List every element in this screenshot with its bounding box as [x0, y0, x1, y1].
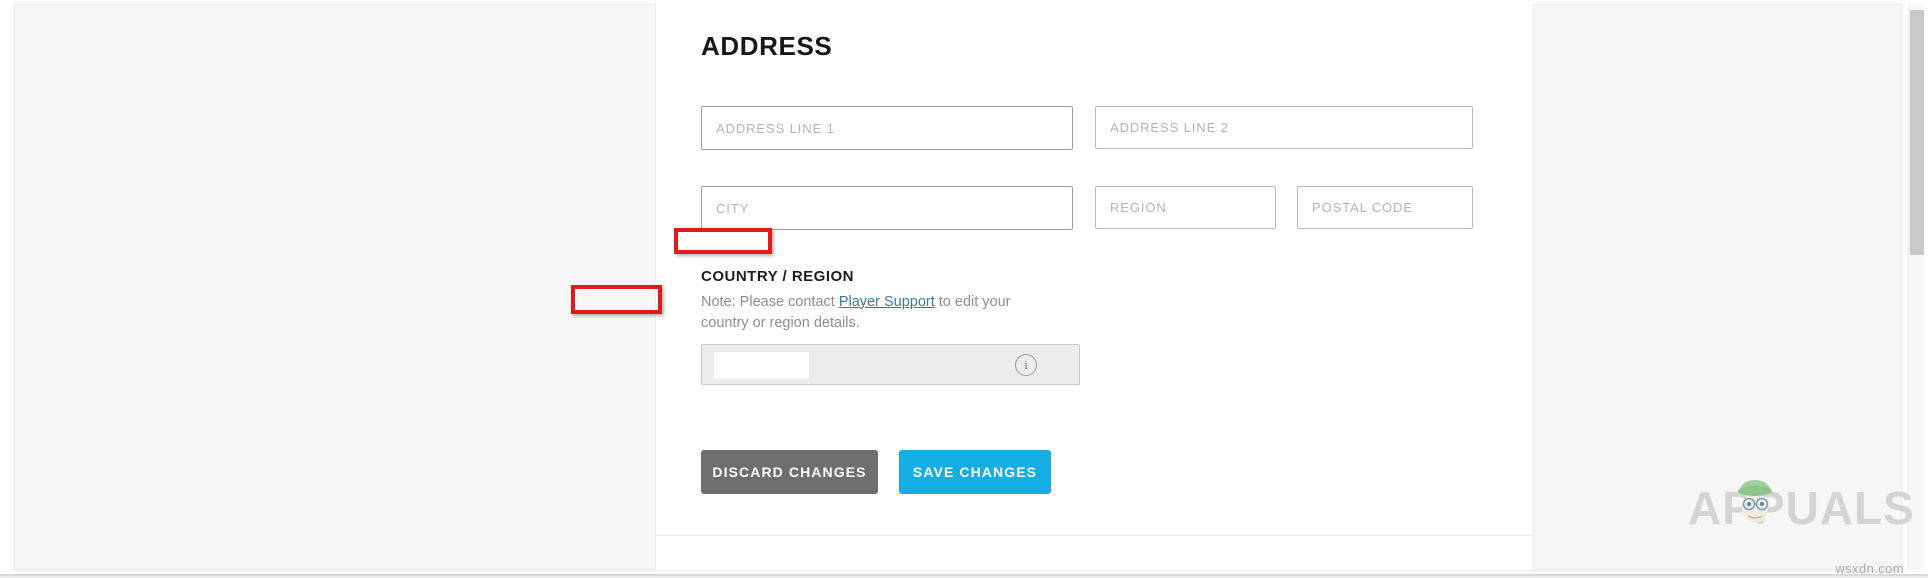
- card-bottom-divider: [656, 535, 1535, 536]
- screenshot-root: ADDRESS ADDRESS LINE 1 ADDRESS LINE 2 CI…: [0, 0, 1928, 578]
- note-prefix-text: Note: Please contact: [701, 294, 839, 310]
- country-region-label: COUNTRY / REGION: [701, 268, 855, 285]
- vertical-scrollbar[interactable]: [1908, 4, 1924, 570]
- city-input[interactable]: CITY: [701, 186, 1073, 230]
- country-region-value: [714, 352, 809, 379]
- country-region-select: i: [701, 344, 1080, 385]
- scrollbar-thumb[interactable]: [1910, 10, 1924, 255]
- address-line-2-placeholder: ADDRESS LINE 2: [1110, 120, 1229, 135]
- country-region-note: Note: Please contact Player Support to e…: [701, 292, 1031, 334]
- region-input[interactable]: REGION: [1095, 186, 1276, 229]
- info-icon[interactable]: i: [1015, 353, 1037, 376]
- save-changes-button[interactable]: SAVE CHANGES: [899, 450, 1051, 494]
- postal-code-placeholder: POSTAL CODE: [1312, 200, 1413, 215]
- address-line-2-input[interactable]: ADDRESS LINE 2: [1095, 106, 1473, 149]
- bottom-edge-shadow: [0, 574, 1928, 578]
- player-support-link[interactable]: Player Support: [839, 294, 935, 310]
- address-settings-card: ADDRESS ADDRESS LINE 1 ADDRESS LINE 2 CI…: [655, 4, 1535, 570]
- region-placeholder: REGION: [1110, 200, 1167, 215]
- postal-code-input[interactable]: POSTAL CODE: [1297, 186, 1473, 229]
- page-title: ADDRESS: [701, 31, 833, 61]
- address-line-1-placeholder: ADDRESS LINE 1: [716, 120, 835, 136]
- discard-changes-button[interactable]: DISCARD CHANGES: [701, 450, 878, 494]
- site-watermark: wsxdn.com: [1835, 561, 1904, 576]
- address-line-1-input[interactable]: ADDRESS LINE 1: [701, 106, 1073, 150]
- city-placeholder: CITY: [716, 200, 750, 216]
